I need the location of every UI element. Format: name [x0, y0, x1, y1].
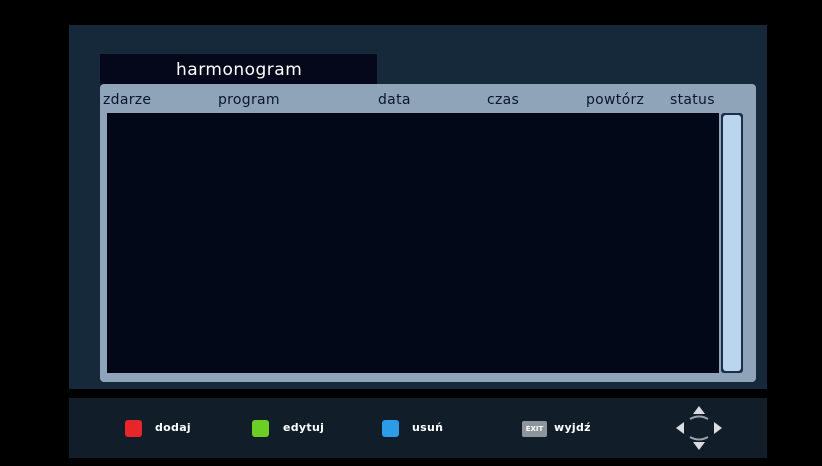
blue-key-icon[interactable] [382, 420, 399, 437]
delete-button[interactable]: usuń [412, 421, 443, 434]
directional-pad-icon [676, 406, 722, 450]
page-title: harmonogram [176, 60, 303, 80]
schedule-list[interactable] [107, 113, 719, 373]
exit-button[interactable]: wyjdź [554, 421, 591, 434]
exit-key-icon[interactable]: EXIT [522, 421, 547, 437]
edit-button[interactable]: edytuj [283, 421, 324, 434]
red-key-icon[interactable] [125, 420, 142, 437]
column-header-status: status [670, 92, 715, 108]
column-header-time: czas [487, 92, 520, 108]
green-key-icon[interactable] [252, 420, 269, 437]
scrollbar-thumb[interactable] [723, 115, 741, 371]
column-header-program: program [218, 92, 280, 108]
column-header-repeat: powtórz [586, 92, 645, 108]
column-header-event: zdarze [103, 92, 152, 108]
add-button[interactable]: dodaj [155, 421, 191, 434]
column-header-date: data [378, 92, 411, 108]
